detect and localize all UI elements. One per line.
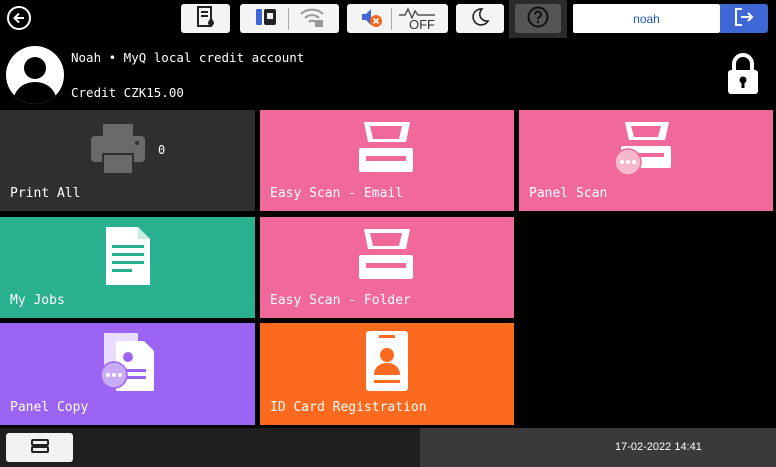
tile-id-card-registration[interactable]: ID Card Registration xyxy=(260,323,514,425)
tile-panel-copy[interactable]: Panel Copy xyxy=(0,323,255,425)
logout-icon xyxy=(733,7,755,31)
document-icon xyxy=(104,225,152,291)
tile-my-jobs[interactable]: My Jobs xyxy=(0,217,255,318)
sleep-moon-icon xyxy=(471,7,490,30)
tile-label: Easy Scan - Folder xyxy=(270,293,411,308)
sound-muted-icon xyxy=(359,6,383,32)
logout-button[interactable] xyxy=(720,4,768,33)
print-all-count: 0 xyxy=(158,143,166,157)
tile-label: Print All xyxy=(10,186,81,201)
toner-button[interactable] xyxy=(181,4,230,33)
more-options-icon xyxy=(614,148,642,180)
help-area xyxy=(509,0,567,38)
network-off-label: OFF xyxy=(409,16,435,32)
tile-easy-scan-email[interactable]: Easy Scan - Email xyxy=(260,110,514,211)
tile-label: My Jobs xyxy=(10,293,65,308)
username-field: noah xyxy=(573,4,720,33)
connectivity-button[interactable] xyxy=(240,4,339,33)
id-badge-icon xyxy=(364,329,410,397)
back-arrow-icon[interactable] xyxy=(7,6,31,30)
user-header: Noah • MyQ local credit account Credit C… xyxy=(0,38,776,108)
tile-label: Easy Scan - Email xyxy=(270,186,404,201)
avatar xyxy=(6,46,64,104)
more-options-icon xyxy=(100,361,128,393)
usb-icon xyxy=(254,6,278,32)
top-status-bar: OFF noah xyxy=(0,0,776,38)
sleep-button[interactable] xyxy=(456,4,504,33)
tile-print-all[interactable]: 0 Print All xyxy=(0,110,255,211)
date-time: 17-02-2022 14:41 xyxy=(615,441,702,453)
help-button[interactable] xyxy=(515,4,561,33)
tile-label: Panel Copy xyxy=(10,400,89,415)
menu-button[interactable] xyxy=(6,433,73,462)
wifi-off-icon xyxy=(299,6,325,32)
tile-label: Panel Scan xyxy=(529,186,608,201)
scanner-icon xyxy=(356,225,416,289)
printer-icon xyxy=(89,122,147,180)
bottom-bar: 17-02-2022 14:41 xyxy=(0,428,776,467)
user-silhouette-icon xyxy=(13,57,57,104)
lock-icon[interactable] xyxy=(724,52,762,100)
tile-panel-scan[interactable]: Panel Scan xyxy=(519,110,773,211)
help-icon xyxy=(527,6,549,32)
tile-easy-scan-folder[interactable]: Easy Scan - Folder xyxy=(260,217,514,318)
network-off-icon: OFF xyxy=(398,6,436,32)
scanner-icon xyxy=(356,118,416,182)
credit-balance: Credit CZK15.00 xyxy=(71,85,184,100)
sound-network-button[interactable]: OFF xyxy=(347,4,448,33)
tile-label: ID Card Registration xyxy=(270,400,427,415)
account-name: Noah • MyQ local credit account xyxy=(71,50,305,65)
toner-icon xyxy=(196,5,216,32)
menu-stack-icon xyxy=(30,438,49,458)
